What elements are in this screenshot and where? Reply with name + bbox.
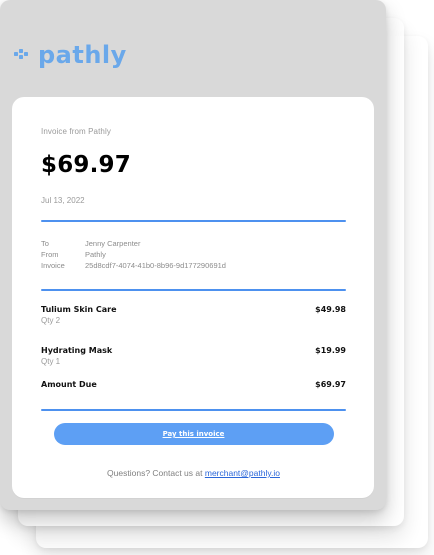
invoice-card: Invoice from Pathly $69.97 Jul 13, 2022 …: [12, 97, 374, 498]
email-container: pathly Invoice from Pathly $69.97 Jul 13…: [0, 0, 386, 510]
item-name: Tulium Skin Care: [41, 305, 117, 314]
amount-due-label: Amount Due: [41, 380, 97, 389]
meta-to-value: Jenny Carpenter: [85, 239, 141, 248]
item-name: Hydrating Mask: [41, 346, 113, 355]
invoice-item-left: Tulium Skin Care Qty 2: [41, 305, 315, 325]
meta-from-value: Pathly: [85, 250, 106, 259]
pay-invoice-button[interactable]: Pay this invoice: [53, 423, 334, 445]
invoice-from: Invoice from Pathly: [41, 127, 111, 136]
divider-middle: [41, 289, 346, 291]
pay-button-wrap: Pay this invoice: [41, 423, 346, 445]
contact-line: Questions? Contact us at merchant@pathly…: [41, 468, 346, 478]
invoice-content: Invoice from Pathly $69.97 Jul 13, 2022 …: [41, 127, 346, 478]
amount-due-row: Amount Due $69.97: [41, 380, 346, 389]
brand-logo-text: pathly: [38, 41, 127, 69]
item-qty: Qty 2: [41, 316, 61, 325]
contact-email-link[interactable]: merchant@pathly.io: [205, 468, 280, 478]
brand-header: pathly: [14, 41, 127, 67]
email-preview-stage: pathly Invoice from Pathly $69.97 Jul 13…: [0, 0, 434, 555]
meta-row-to: To Jenny Carpenter: [41, 238, 346, 249]
amount-due-value: $69.97: [315, 380, 346, 389]
meta-from-label: From: [41, 250, 59, 259]
invoice-items: Tulium Skin Care Qty 2 $49.98 Hydrating …: [41, 305, 346, 389]
invoice-item: Hydrating Mask Qty 1 $19.99: [41, 346, 346, 366]
meta-row-invoice: Invoice 25d8cdf7-4074-41b0-8b96-9d177290…: [41, 260, 346, 271]
item-price: $49.98: [315, 305, 346, 314]
contact-prefix: Questions? Contact us at: [107, 468, 205, 478]
meta-to-label: To: [41, 239, 49, 248]
invoice-date: Jul 13, 2022: [41, 196, 85, 205]
invoice-meta: To Jenny Carpenter From Pathly Invoice 2…: [41, 238, 346, 271]
item-price: $19.99: [315, 346, 346, 355]
item-qty: Qty 1: [41, 357, 61, 366]
meta-row-from: From Pathly: [41, 249, 346, 260]
invoice-amount: $69.97: [41, 152, 131, 178]
divider-top: [41, 220, 346, 222]
pathly-logo-icon: [14, 49, 28, 59]
invoice-item: Tulium Skin Care Qty 2 $49.98: [41, 305, 346, 325]
divider-bottom: [41, 409, 346, 411]
meta-invoice-label: Invoice: [41, 261, 65, 270]
invoice-item-left: Hydrating Mask Qty 1: [41, 346, 315, 366]
meta-invoice-value: 25d8cdf7-4074-41b0-8b96-9d177290691d: [85, 261, 226, 270]
